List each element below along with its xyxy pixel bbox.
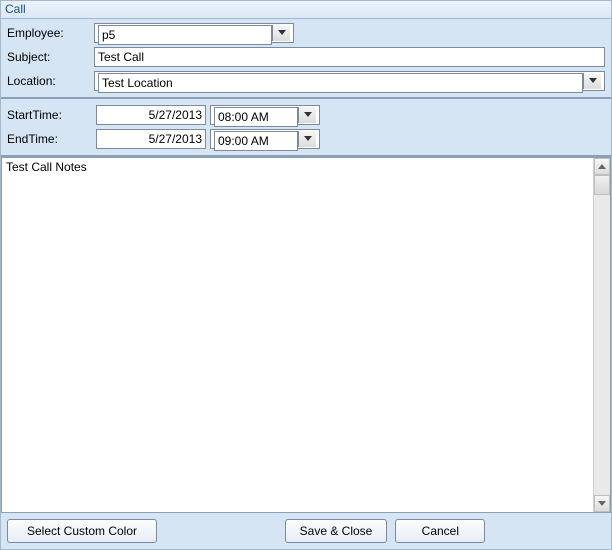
location-combo[interactable] <box>94 71 605 91</box>
end-date-input[interactable] <box>96 129 206 149</box>
scroll-down-button[interactable] <box>594 495 610 512</box>
notes-textarea[interactable] <box>2 158 593 512</box>
select-custom-color-button[interactable]: Select Custom Color <box>7 519 157 543</box>
chevron-down-icon <box>278 30 286 36</box>
call-dialog: Call Employee: Subject: Location: <box>0 0 612 550</box>
endtime-label: EndTime: <box>7 132 92 146</box>
header-form: Employee: Subject: Location: <box>1 19 611 99</box>
start-date-input[interactable] <box>96 105 206 125</box>
chevron-down-icon <box>304 112 312 118</box>
button-bar: Select Custom Color Save & Close Cancel <box>1 513 611 549</box>
scroll-up-button[interactable] <box>594 158 610 175</box>
notes-scrollbar[interactable] <box>593 158 610 512</box>
location-input[interactable] <box>98 73 583 93</box>
save-and-close-button[interactable]: Save & Close <box>285 519 388 543</box>
notes-area <box>1 157 611 513</box>
start-time-dropdown-button[interactable] <box>298 107 316 123</box>
subject-label: Subject: <box>7 50 92 64</box>
scroll-track[interactable] <box>594 195 610 495</box>
start-time-input[interactable] <box>214 107 298 127</box>
starttime-label: StartTime: <box>7 108 92 122</box>
chevron-up-icon <box>598 164 606 170</box>
scroll-thumb[interactable] <box>594 175 610 195</box>
cancel-button[interactable]: Cancel <box>395 519 485 543</box>
employee-input[interactable] <box>98 25 272 45</box>
window-title: Call <box>1 1 611 19</box>
time-form: StartTime: EndTime: <box>1 99 611 157</box>
location-dropdown-button[interactable] <box>583 73 601 89</box>
employee-combo[interactable] <box>94 23 294 43</box>
location-label: Location: <box>7 74 92 88</box>
end-time-input[interactable] <box>214 131 298 151</box>
start-time-combo[interactable] <box>210 105 320 125</box>
chevron-down-icon <box>598 501 606 507</box>
end-time-combo[interactable] <box>210 129 320 149</box>
chevron-down-icon <box>589 78 597 84</box>
chevron-down-icon <box>304 136 312 142</box>
employee-dropdown-button[interactable] <box>272 25 290 41</box>
employee-label: Employee: <box>7 26 92 40</box>
subject-input[interactable] <box>94 47 605 67</box>
end-time-dropdown-button[interactable] <box>298 131 316 147</box>
